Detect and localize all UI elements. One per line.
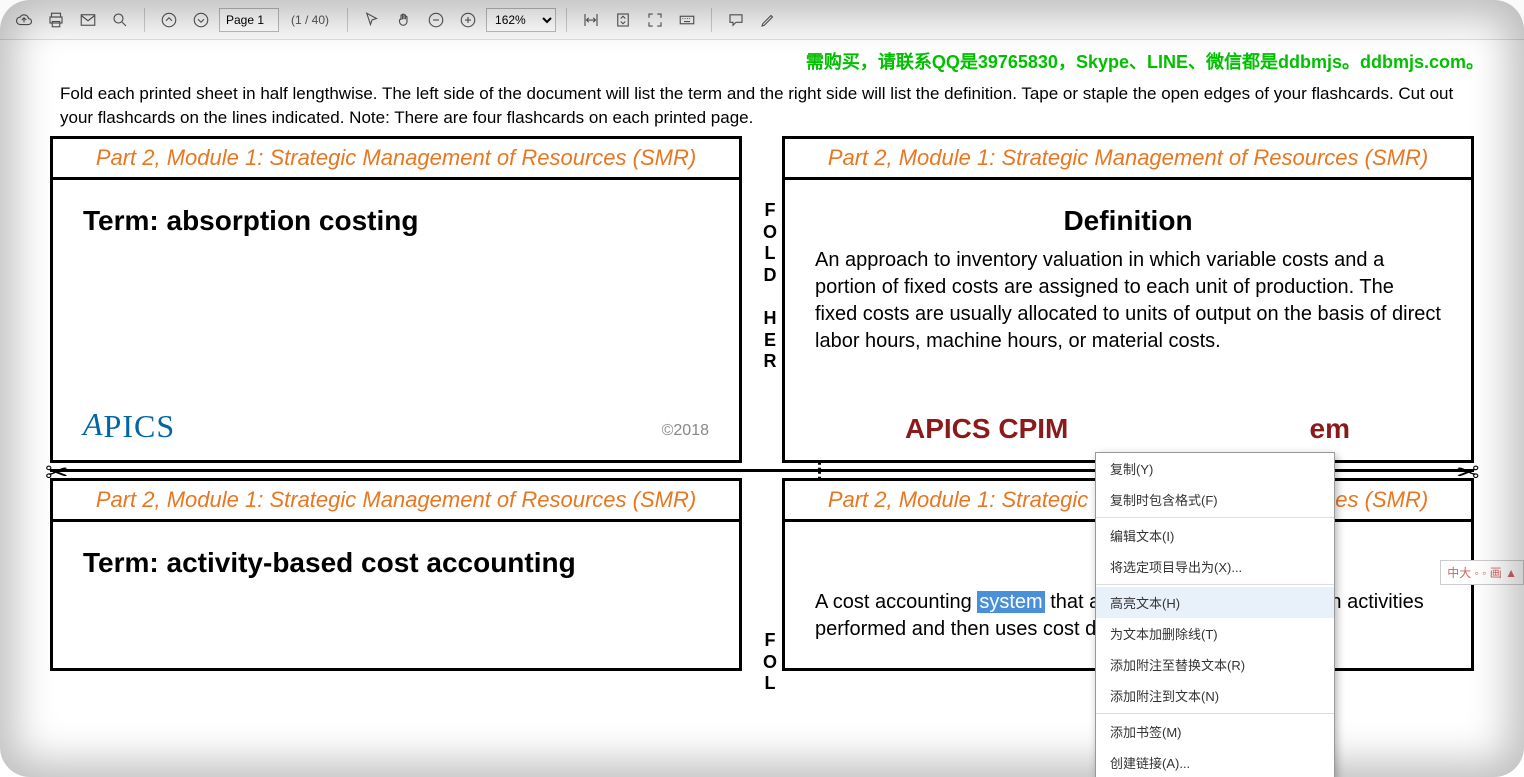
page-down-icon[interactable] [187, 6, 215, 34]
copyright: ©2018 [662, 422, 709, 440]
fold-letters: FOL [758, 630, 782, 695]
module-title: Part 2, Module 1: Strategic Management o… [63, 145, 729, 171]
module-title: Part 2, Module 1: Strategic Management o… [63, 487, 729, 513]
selected-text: system [977, 591, 1044, 613]
context-menu: 复制(Y) 复制时包含格式(F) 编辑文本(I) 将选定项目导出为(X)... … [1095, 452, 1335, 777]
pen-icon[interactable] [754, 6, 782, 34]
email-icon[interactable] [74, 6, 102, 34]
separator [144, 8, 145, 32]
term-2: Term: activity-based cost accounting [83, 547, 709, 579]
pdf-toolbar: (1 / 40) 162% [0, 0, 1524, 40]
print-icon[interactable] [42, 6, 70, 34]
pointer-icon[interactable] [358, 6, 386, 34]
menu-separator [1096, 584, 1334, 585]
menu-copy-with-format[interactable]: 复制时包含格式(F) [1096, 484, 1334, 515]
zoom-in-icon[interactable] [454, 6, 482, 34]
fit-width-icon[interactable] [577, 6, 605, 34]
page-count: (1 / 40) [291, 13, 329, 27]
menu-add-bookmark[interactable]: 添加书签(M) [1096, 716, 1334, 747]
keyboard-icon[interactable] [673, 6, 701, 34]
instructions-text: Fold each printed sheet in half lengthwi… [0, 78, 1524, 136]
menu-strikethrough[interactable]: 为文本加删除线(T) [1096, 618, 1334, 649]
definition-card-1: Part 2, Module 1: Strategic Management o… [782, 136, 1474, 463]
menu-export-selection[interactable]: 将选定项目导出为(X)... [1096, 551, 1334, 582]
separator [711, 8, 712, 32]
separator [566, 8, 567, 32]
module-title: Part 2, Module 1: Strategic Management o… [795, 145, 1461, 171]
menu-add-note-text[interactable]: 添加附注到文本(N) [1096, 680, 1334, 711]
watermark-text: 需购买，请联系QQ是39765830，Skype、LINE、微信都是ddbmjs… [0, 40, 1524, 78]
fold-letters: FOLD HER [758, 200, 782, 373]
term-card-1: Part 2, Module 1: Strategic Management o… [50, 136, 742, 463]
menu-separator [1096, 713, 1334, 714]
menu-edit-text[interactable]: 编辑文本(I) [1096, 520, 1334, 551]
fit-page-icon[interactable] [609, 6, 637, 34]
apics-cpim-text: APICS CPIM em [905, 413, 1350, 445]
definition-text-1: An approach to inventory valuation in wh… [815, 247, 1441, 355]
fullscreen-icon[interactable] [641, 6, 669, 34]
menu-create-link[interactable]: 创建链接(A)... [1096, 747, 1334, 777]
page-up-icon[interactable] [155, 6, 183, 34]
menu-highlight-text[interactable]: 高亮文本(H) [1096, 587, 1334, 618]
cloud-upload-icon[interactable] [10, 6, 38, 34]
menu-copy[interactable]: 复制(Y) [1096, 453, 1334, 484]
definition-heading: Definition [815, 205, 1441, 237]
comment-icon[interactable] [722, 6, 750, 34]
zoom-out-icon[interactable] [422, 6, 450, 34]
menu-separator [1096, 517, 1334, 518]
search-icon[interactable] [106, 6, 134, 34]
hand-icon[interactable] [390, 6, 418, 34]
separator [347, 8, 348, 32]
side-tab[interactable]: 中大 ◦ ◦ 画 ▲ [1440, 560, 1524, 585]
zoom-select[interactable]: 162% [486, 8, 556, 32]
term-1: Term: absorption costing [83, 205, 709, 237]
apics-logo: AAPICSPICS [83, 408, 175, 445]
menu-add-note-replace[interactable]: 添加附注至替换文本(R) [1096, 649, 1334, 680]
term-card-2: Part 2, Module 1: Strategic Management o… [50, 478, 742, 671]
page-input[interactable] [219, 8, 279, 32]
document-content: 需购买，请联系QQ是39765830，Skype、LINE、微信都是ddbmjs… [0, 40, 1524, 777]
